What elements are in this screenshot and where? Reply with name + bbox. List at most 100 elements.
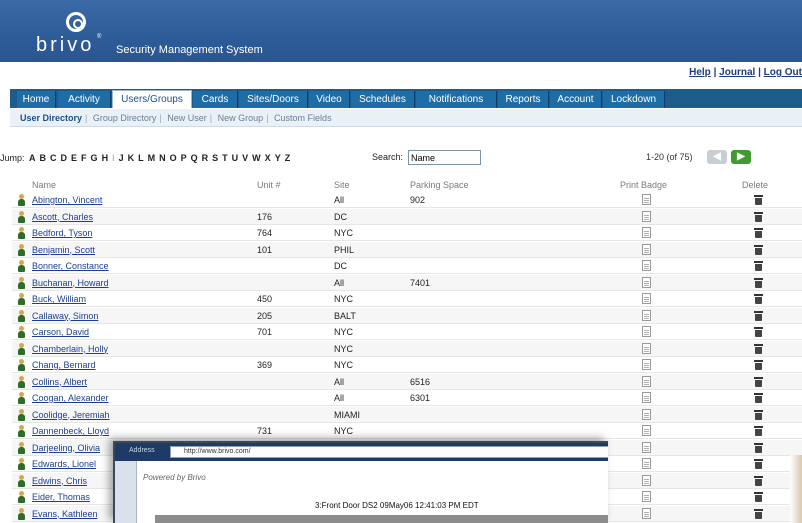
jump-letter-j[interactable]: J	[117, 153, 126, 163]
jump-letter-q[interactable]: Q	[189, 153, 200, 163]
user-name-link[interactable]: Ascott, Charles	[32, 211, 93, 223]
trash-icon[interactable]	[754, 326, 763, 337]
tab-activity[interactable]: Activity	[58, 91, 111, 108]
print-badge-icon[interactable]	[642, 425, 651, 436]
trash-icon[interactable]	[754, 409, 763, 420]
print-badge-icon[interactable]	[642, 342, 651, 354]
print-badge-icon[interactable]	[642, 260, 651, 271]
tab-account[interactable]: Account	[550, 91, 602, 108]
previous-page-button[interactable]: ◀	[707, 150, 727, 164]
trash-icon[interactable]	[754, 277, 763, 288]
user-name-link[interactable]: Edwins, Chris	[32, 475, 87, 487]
user-name-link[interactable]: Dannenbeck, Lloyd	[32, 425, 109, 437]
tab-notifications[interactable]: Notifications	[416, 91, 497, 108]
user-name-link[interactable]: Benjamin, Scott	[32, 244, 95, 256]
jump-letter-s[interactable]: S	[210, 153, 220, 163]
trash-icon[interactable]	[754, 260, 763, 271]
user-name-link[interactable]: Evans, Kathleen	[32, 508, 98, 520]
jump-letter-b[interactable]: B	[38, 153, 49, 163]
trash-icon[interactable]	[754, 475, 763, 486]
trash-icon[interactable]	[754, 491, 763, 502]
trash-icon[interactable]	[754, 293, 763, 304]
jump-letter-a[interactable]: A	[27, 153, 38, 163]
jump-letter-x[interactable]: X	[263, 153, 273, 163]
trash-icon[interactable]	[754, 508, 763, 519]
user-name-link[interactable]: Darjeeling, Olivia	[32, 442, 100, 454]
user-name-link[interactable]: Eider, Thomas	[32, 491, 90, 503]
print-badge-icon[interactable]	[642, 408, 651, 420]
user-name-link[interactable]: Bedford, Tyson	[32, 227, 92, 239]
print-badge-icon[interactable]	[642, 359, 651, 370]
tab-sites-doors[interactable]: Sites/Doors	[239, 91, 308, 108]
print-badge-icon[interactable]	[642, 474, 651, 486]
subnav-user-directory[interactable]: User Directory	[10, 113, 85, 123]
help-link[interactable]: Help	[689, 67, 711, 78]
tab-home[interactable]: Home	[17, 91, 56, 108]
tab-users-groups[interactable]: Users/Groups	[112, 90, 192, 108]
jump-letter-l[interactable]: L	[136, 153, 146, 163]
print-badge-icon[interactable]	[642, 309, 651, 321]
address-field[interactable]: http://www.brivo.com/	[170, 446, 608, 458]
column-header-site[interactable]: Site	[334, 180, 350, 190]
user-name-link[interactable]: Coogan, Alexander	[32, 392, 109, 404]
jump-letter-u[interactable]: U	[230, 153, 241, 163]
trash-icon[interactable]	[754, 458, 763, 469]
user-name-link[interactable]: Bonner, Constance	[32, 260, 109, 272]
print-badge-icon[interactable]	[642, 375, 651, 387]
user-name-link[interactable]: Carson, David	[32, 326, 89, 338]
jump-letter-y[interactable]: Y	[273, 153, 283, 163]
trash-icon[interactable]	[754, 244, 763, 255]
logout-link[interactable]: Log Out	[764, 67, 802, 78]
next-page-button[interactable]: ▶	[731, 150, 751, 164]
jump-letter-d[interactable]: D	[59, 153, 70, 163]
trash-icon[interactable]	[754, 227, 763, 238]
tab-lockdown[interactable]: Lockdown	[603, 91, 665, 108]
jump-letter-m[interactable]: M	[146, 153, 158, 163]
user-name-link[interactable]: Collins, Albert	[32, 376, 87, 388]
user-name-link[interactable]: Buck, William	[32, 293, 86, 305]
tab-cards[interactable]: Cards	[193, 91, 238, 108]
jump-letter-h[interactable]: H	[100, 153, 111, 163]
trash-icon[interactable]	[754, 310, 763, 321]
subnav-custom-fields[interactable]: Custom Fields	[271, 113, 335, 123]
jump-letter-z[interactable]: Z	[283, 153, 293, 163]
journal-link[interactable]: Journal	[719, 67, 755, 78]
trash-icon[interactable]	[754, 442, 763, 453]
jump-letter-n[interactable]: N	[157, 153, 168, 163]
print-badge-icon[interactable]	[642, 441, 651, 453]
jump-letter-r[interactable]: R	[200, 153, 211, 163]
trash-icon[interactable]	[754, 376, 763, 387]
user-name-link[interactable]: Coolidge, Jeremiah	[32, 409, 110, 421]
user-name-link[interactable]: Edwards, Lionel	[32, 458, 96, 470]
subnav-group-directory[interactable]: Group Directory	[90, 113, 160, 123]
trash-icon[interactable]	[754, 194, 763, 205]
jump-letter-f[interactable]: F	[79, 153, 89, 163]
print-badge-icon[interactable]	[642, 458, 651, 469]
print-badge-icon[interactable]	[642, 227, 651, 238]
tab-reports[interactable]: Reports	[498, 91, 549, 108]
jump-letter-g[interactable]: G	[89, 153, 100, 163]
user-name-link[interactable]: Chamberlain, Holly	[32, 343, 108, 355]
subnav-new-user[interactable]: New User	[164, 113, 210, 123]
user-name-link[interactable]: Abington, Vincent	[32, 194, 102, 206]
print-badge-icon[interactable]	[642, 276, 651, 288]
jump-letter-w[interactable]: W	[250, 153, 263, 163]
user-name-link[interactable]: Chang, Bernard	[32, 359, 96, 371]
print-badge-icon[interactable]	[642, 194, 651, 205]
trash-icon[interactable]	[754, 343, 763, 354]
user-name-link[interactable]: Buchanan, Howard	[32, 277, 109, 289]
jump-letter-v[interactable]: V	[240, 153, 250, 163]
jump-letter-k[interactable]: K	[126, 153, 137, 163]
print-badge-icon[interactable]	[642, 392, 651, 403]
column-header-unit[interactable]: Unit #	[257, 180, 281, 190]
print-badge-icon[interactable]	[642, 326, 651, 337]
trash-icon[interactable]	[754, 425, 763, 436]
column-header-parking[interactable]: Parking Space	[410, 180, 469, 190]
jump-letter-o[interactable]: O	[168, 153, 179, 163]
column-header-name[interactable]: Name	[32, 180, 56, 190]
search-input[interactable]	[408, 150, 481, 165]
trash-icon[interactable]	[754, 359, 763, 370]
subnav-new-group[interactable]: New Group	[215, 113, 267, 123]
print-badge-icon[interactable]	[642, 210, 651, 222]
trash-icon[interactable]	[754, 211, 763, 222]
